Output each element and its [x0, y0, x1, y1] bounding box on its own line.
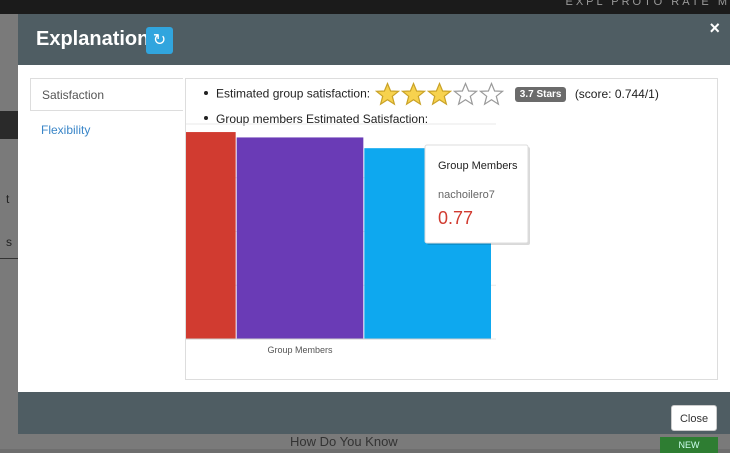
modal-title: Explanations: [36, 28, 160, 51]
background-nav-text: EXPL PROTO RATE M: [566, 0, 730, 8]
explanations-modal: Explanations ↻ × Satisfaction Flexibilit…: [18, 14, 730, 434]
close-icon[interactable]: ×: [709, 18, 720, 39]
tooltip-value: 0.77: [438, 208, 473, 228]
close-button[interactable]: Close: [671, 405, 717, 431]
background-strip: [0, 111, 18, 139]
refresh-button[interactable]: ↻: [146, 27, 173, 54]
background-fragment: t: [6, 192, 9, 206]
tab-flexibility[interactable]: Flexibility: [30, 114, 183, 147]
bar: [237, 137, 364, 339]
satisfaction-pane: Estimated group satisfaction: 3.7 Stars …: [185, 78, 718, 380]
x-category-label: Group Members: [267, 345, 333, 355]
tab-satisfaction[interactable]: Satisfaction: [30, 78, 183, 111]
members-bar-chart: 00.20.40.60.8Group MembersGroup Membersn…: [186, 79, 717, 379]
modal-footer: Close: [18, 392, 730, 434]
modal-body: Satisfaction Flexibility Estimated group…: [18, 65, 730, 392]
background-divider: [0, 258, 18, 259]
tooltip-series: nachoilero7: [438, 189, 495, 201]
bar: [186, 132, 236, 339]
modal-header: Explanations ↻ ×: [18, 14, 730, 65]
explanation-tabs: Satisfaction Flexibility: [30, 78, 183, 147]
tooltip-title: Group Members: [438, 160, 518, 172]
refresh-icon: ↻: [153, 32, 166, 49]
background-topbar: EXPL PROTO RATE M: [0, 0, 730, 14]
background-fragment: s: [6, 235, 12, 249]
background-badge: NEW: [660, 437, 718, 453]
background-heading: How Do You Know: [290, 434, 398, 449]
